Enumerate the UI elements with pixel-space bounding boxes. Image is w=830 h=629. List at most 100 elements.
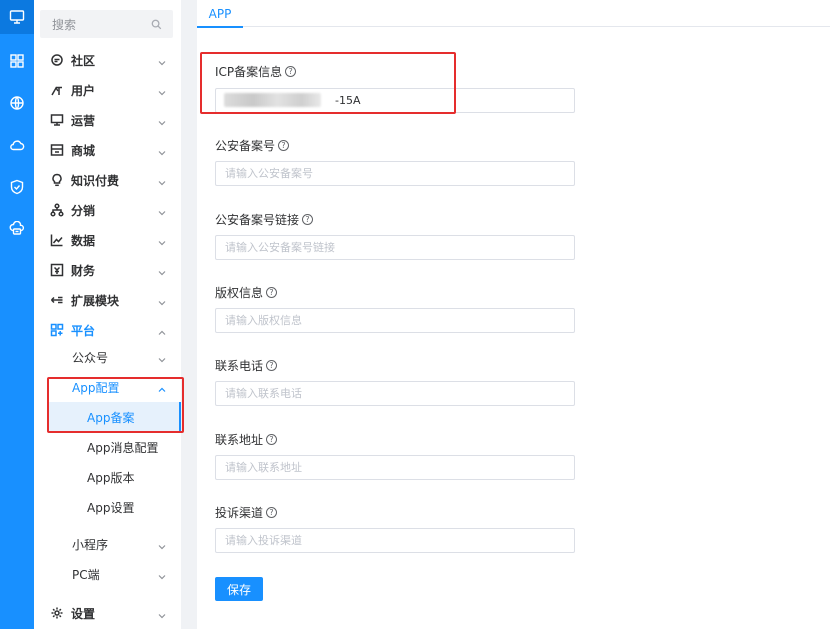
field-label-text: 投诉渠道 [215, 506, 264, 520]
chevron-down-icon [158, 570, 166, 580]
cloud-icon[interactable] [0, 128, 34, 162]
menu-knowledge[interactable]: 知识付费 [34, 165, 181, 195]
chevron-down-icon [158, 609, 166, 619]
tab-label: APP [208, 6, 232, 21]
save-button[interactable]: 保存 [215, 577, 263, 601]
menu-label: 财务 [71, 263, 96, 278]
menu-label: 扩展模块 [71, 293, 120, 308]
menu-label: 商城 [71, 143, 96, 158]
menu-label: 知识付费 [71, 173, 120, 188]
chevron-down-icon [158, 56, 166, 66]
complaint-channel-label: 投诉渠道 ? [215, 504, 278, 521]
menu-label: 运营 [71, 113, 96, 128]
help-icon[interactable]: ? [266, 287, 278, 298]
submenu-label: 公众号 [72, 350, 109, 365]
chevron-down-icon [158, 353, 166, 363]
globe-icon[interactable] [0, 86, 34, 120]
extension-icon [50, 293, 64, 307]
field-label-text: 版权信息 [215, 286, 264, 300]
police-record-input[interactable] [215, 161, 575, 186]
bulb-icon [50, 173, 64, 187]
search-icon [151, 19, 173, 30]
menu-users[interactable]: 用户 [34, 75, 181, 105]
annotation-box [200, 52, 456, 114]
menu-community[interactable]: 社区 [34, 45, 181, 75]
chevron-up-icon [158, 326, 166, 335]
monitor-icon [50, 113, 64, 127]
submenu-miniprogram[interactable]: 小程序 [34, 529, 181, 559]
leaf-label: App版本 [87, 470, 135, 485]
shield-check-icon[interactable] [0, 170, 34, 204]
leaf-app-settings[interactable]: App设置 [48, 492, 181, 522]
chevron-down-icon [158, 296, 166, 306]
chevron-down-icon [158, 266, 166, 276]
tab-app[interactable]: APP [197, 0, 243, 28]
tab-bar: APP [197, 0, 830, 28]
menu-store[interactable]: 商城 [34, 135, 181, 165]
store-icon [50, 143, 64, 157]
contact-phone-label: 联系电话 ? [215, 357, 278, 374]
menu-label: 用户 [71, 83, 96, 98]
menu-label: 社区 [71, 53, 96, 68]
apps-grid-icon[interactable] [0, 44, 34, 78]
contact-address-label: 联系地址 ? [215, 431, 278, 448]
finance-icon [50, 263, 64, 277]
menu-label: 分销 [71, 203, 96, 218]
submenu-pc[interactable]: PC端 [34, 559, 181, 589]
leaf-label: App设置 [87, 500, 135, 515]
submenu-label: PC端 [72, 567, 100, 582]
search-label: 搜索 [52, 17, 77, 32]
menu-label: 数据 [71, 233, 96, 248]
main-panel: APP ICP备案信息 ? 公安备案号 ? 公安备案号链接 ? 版权信息 ? 联… [197, 0, 830, 629]
platform-icon [50, 323, 64, 337]
complaint-channel-input[interactable] [215, 528, 575, 553]
contact-address-input[interactable] [215, 455, 575, 480]
help-icon[interactable]: ? [266, 507, 278, 518]
field-label-text: 公安备案号 [215, 139, 276, 153]
menu-data[interactable]: 数据 [34, 225, 181, 255]
chevron-down-icon [158, 86, 166, 96]
submenu-wechat[interactable]: 公众号 [34, 342, 181, 372]
field-label-text: 公安备案号链接 [215, 213, 300, 227]
chat-icon [50, 53, 64, 67]
copyright-input[interactable] [215, 308, 575, 333]
menu-label: 设置 [71, 606, 96, 621]
menu-operations[interactable]: 运营 [34, 105, 181, 135]
chevron-down-icon [158, 146, 166, 156]
leaf-app-version[interactable]: App版本 [48, 462, 181, 492]
police-record-label: 公安备案号 ? [215, 137, 290, 154]
chevron-down-icon [158, 116, 166, 126]
chevron-down-icon [158, 176, 166, 186]
police-record-link-label: 公安备案号链接 ? [215, 211, 314, 228]
menu-settings[interactable]: 设置 [34, 598, 181, 628]
submenu-label: 小程序 [72, 537, 109, 552]
desktop-icon[interactable] [0, 0, 34, 34]
copyright-label: 版权信息 ? [215, 284, 278, 301]
cloud-server-icon[interactable] [0, 212, 34, 246]
police-record-link-input[interactable] [215, 235, 575, 260]
help-icon[interactable]: ? [302, 214, 314, 225]
help-icon[interactable]: ? [266, 434, 278, 445]
line-chart-icon [50, 233, 64, 247]
menu-finance[interactable]: 财务 [34, 255, 181, 285]
chevron-down-icon [158, 206, 166, 216]
chevron-down-icon [158, 540, 166, 550]
field-label-text: 联系地址 [215, 433, 264, 447]
contact-phone-input[interactable] [215, 381, 575, 406]
leaf-label: App消息配置 [87, 440, 159, 455]
leaf-app-message-config[interactable]: App消息配置 [48, 432, 181, 462]
gear-icon [50, 606, 64, 620]
menu-extensions[interactable]: 扩展模块 [34, 285, 181, 315]
help-icon[interactable]: ? [278, 140, 290, 151]
menu-distribution[interactable]: 分销 [34, 195, 181, 225]
tab-underline [197, 26, 243, 28]
network-icon [50, 203, 64, 217]
field-label-text: 联系电话 [215, 359, 264, 373]
sidebar: 搜索 社区 用户 运营 商城 知识付费 分销 数据 财务 扩展模块 平台 公众号… [34, 0, 184, 629]
annotation-box [47, 377, 184, 433]
menu-platform[interactable]: 平台 [34, 315, 181, 345]
icon-rail [0, 0, 34, 629]
sidebar-search[interactable]: 搜索 [40, 10, 173, 38]
help-icon[interactable]: ? [266, 360, 278, 371]
users-icon [50, 83, 64, 97]
